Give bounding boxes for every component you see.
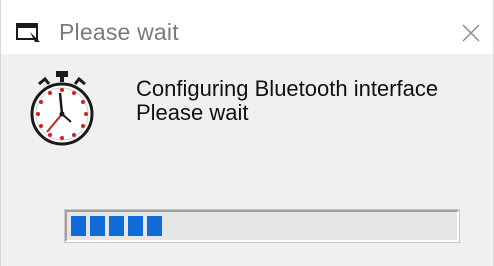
status-message: Configuring Bluetooth interface Please w… (136, 77, 438, 125)
title-bar[interactable]: Please wait (1, 0, 493, 54)
window-app-icon (16, 23, 40, 42)
close-button[interactable] (452, 14, 490, 52)
progress-segment (147, 216, 162, 236)
progress-segment (128, 216, 143, 236)
progress-fill (71, 216, 461, 236)
progress-segment (71, 216, 86, 236)
close-icon (462, 24, 480, 42)
window-title: Please wait (59, 19, 179, 45)
progress-bar (65, 210, 459, 242)
progress-segment (90, 216, 105, 236)
message-line-2: Please wait (136, 100, 249, 125)
message-line-1: Configuring Bluetooth interface (136, 76, 439, 101)
stopwatch-icon (30, 71, 94, 146)
progress-segment (109, 216, 124, 236)
please-wait-dialog: Please wait Configuring Bluetooth interf… (0, 0, 494, 266)
